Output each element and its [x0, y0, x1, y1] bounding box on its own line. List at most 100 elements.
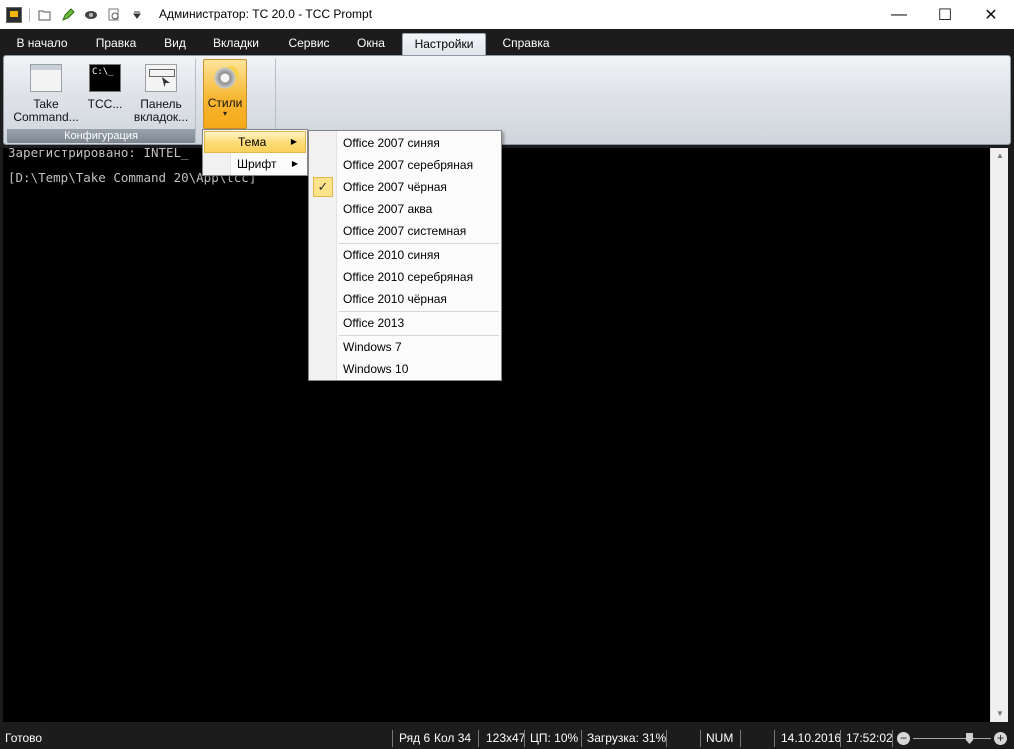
menu-item-label: Office 2013 — [343, 316, 405, 330]
app-icon[interactable] — [6, 6, 22, 23]
ribbon-group-configuration: Take Command... C:\_ TCC... Панель вклад… — [7, 58, 196, 144]
button-label-line1: TCC... — [87, 97, 123, 111]
status-separator — [666, 730, 667, 747]
tab-windows[interactable]: Окна — [348, 33, 394, 55]
tab-help[interactable]: Справка — [495, 33, 557, 55]
status-separator — [392, 730, 393, 747]
menu-item-label: Office 2007 серебряная — [343, 158, 474, 172]
tab-view[interactable]: Вид — [156, 33, 194, 55]
tcc-config-button[interactable]: C:\_ TCC... — [82, 62, 128, 130]
menu-item-label: Windows 7 — [343, 340, 402, 354]
menu-item-label: Тема — [238, 135, 267, 149]
gear-icon — [210, 63, 240, 93]
menu-item-label: Windows 10 — [343, 362, 409, 376]
menu-item-theme-option[interactable]: Office 2007 синяя — [310, 132, 500, 154]
tab-bar-icon — [145, 64, 177, 92]
status-separator — [740, 730, 741, 747]
status-separator — [892, 730, 893, 747]
menu-item-label: Office 2007 чёрная — [343, 180, 447, 194]
menu-item-theme-option[interactable]: Windows 10 — [310, 358, 500, 380]
status-separator — [840, 730, 841, 747]
menu-item-theme-option[interactable]: Office 2007 серебряная — [310, 154, 500, 176]
take-command-config-button[interactable]: Take Command... — [11, 62, 81, 130]
zoom-track[interactable] — [913, 738, 991, 739]
tab-tools[interactable]: Сервис — [280, 33, 338, 55]
console-frame: Зарегистрировано: INTEL_ [D:\Temp\Take C… — [0, 145, 1014, 728]
styles-button[interactable]: Стили ▾ — [203, 59, 247, 129]
menu-item-label: Office 2007 системная — [343, 224, 467, 238]
tab-settings[interactable]: Настройки — [402, 33, 486, 55]
status-ready: Готово — [5, 731, 43, 745]
button-label-line2: Command... — [13, 110, 79, 124]
status-bar: Готово Ряд 6 Кол 34 123x47 ЦП: 10% Загру… — [0, 728, 1014, 749]
styles-button-label: Стили — [207, 96, 243, 110]
menu-item-label: Office 2007 синяя — [343, 136, 440, 150]
status-col: Кол 34 — [434, 731, 472, 745]
status-separator — [700, 730, 701, 747]
status-num-lock: NUM — [706, 731, 734, 745]
title-bar: Администратор: TC 20.0 - TCC Prompt — ☐ … — [0, 0, 1014, 29]
customize-qat-icon[interactable] — [129, 7, 145, 23]
menu-item-theme-option[interactable]: Office 2010 серебряная — [310, 266, 500, 288]
vertical-scrollbar[interactable]: ▲ ▼ — [990, 148, 1008, 722]
tab-bar-config-button[interactable]: Панель вкладок... — [131, 62, 191, 130]
close-button[interactable]: ✕ — [968, 0, 1014, 29]
group-label-configuration: Конфигурация — [7, 129, 195, 143]
menu-item-theme-option[interactable]: Office 2013 — [310, 312, 500, 334]
menu-item-label: Office 2007 аква — [343, 202, 433, 216]
status-separator — [581, 730, 582, 747]
view-icon[interactable] — [83, 7, 99, 23]
menu-item-label: Шрифт — [237, 157, 277, 171]
status-time: 17:52:02 — [846, 731, 893, 745]
menu-item-label: Office 2010 синяя — [343, 248, 440, 262]
menu-item-label: Office 2010 серебряная — [343, 270, 474, 284]
tab-tabs[interactable]: Вкладки — [205, 33, 267, 55]
ribbon-tab-row: В начало Правка Вид Вкладки Сервис Окна … — [0, 29, 1014, 55]
minimize-button[interactable]: — — [876, 0, 922, 29]
scroll-up-icon[interactable]: ▲ — [991, 148, 1009, 164]
button-label-line2: вкладок... — [133, 110, 189, 124]
console-icon: C:\_ — [89, 64, 121, 92]
ribbon: Take Command... C:\_ TCC... Панель вклад… — [0, 55, 1014, 148]
quick-access-toolbar — [0, 0, 152, 29]
status-load: Загрузка: 31% — [587, 731, 667, 745]
status-separator — [478, 730, 479, 747]
menu-item-theme-option[interactable]: ✓ Office 2007 чёрная — [310, 176, 500, 198]
tab-edit[interactable]: Правка — [86, 33, 146, 55]
styles-menu: Тема ▶ Шрифт ▶ — [202, 129, 308, 176]
zoom-in-icon[interactable]: + — [994, 732, 1007, 745]
checkmark-icon: ✓ — [313, 177, 333, 197]
search-icon[interactable] — [106, 7, 122, 23]
menu-item-theme[interactable]: Тема ▶ — [204, 131, 306, 153]
window-icon — [30, 64, 62, 92]
menu-item-theme-option[interactable]: Office 2010 чёрная — [310, 288, 500, 310]
menu-item-font[interactable]: Шрифт ▶ — [204, 153, 306, 175]
edit-icon[interactable] — [60, 7, 76, 23]
status-separator — [524, 730, 525, 747]
scroll-down-icon[interactable]: ▼ — [991, 706, 1009, 722]
chevron-down-icon: ▾ — [222, 109, 227, 118]
menu-item-theme-option[interactable]: Office 2007 аква — [310, 198, 500, 220]
tab-home[interactable]: В начало — [9, 33, 75, 55]
zoom-slider[interactable]: − + — [897, 731, 1011, 746]
zoom-thumb[interactable] — [966, 733, 973, 744]
menu-item-label: Office 2010 чёрная — [343, 292, 447, 306]
window-controls: — ☐ ✕ — [876, 0, 1014, 29]
status-console-size: 123x47 — [486, 731, 526, 745]
submenu-arrow-icon: ▶ — [290, 137, 297, 146]
status-row: Ряд 6 — [399, 731, 431, 745]
ribbon-panel: Take Command... C:\_ TCC... Панель вклад… — [3, 55, 1011, 145]
maximize-button[interactable]: ☐ — [922, 0, 968, 29]
console-line: Зарегистрировано: INTEL_ — [8, 145, 189, 160]
menu-item-theme-option[interactable]: Windows 7 — [310, 336, 500, 358]
submenu-arrow-icon: ▶ — [291, 159, 298, 168]
menu-item-theme-option[interactable]: Office 2007 системная — [310, 220, 500, 242]
qat-separator — [29, 7, 30, 22]
status-cpu: ЦП: 10% — [530, 731, 579, 745]
open-folder-icon[interactable] — [37, 7, 53, 23]
menu-item-theme-option[interactable]: Office 2010 синяя — [310, 244, 500, 266]
status-separator — [774, 730, 775, 747]
status-date: 14.10.2016 — [781, 731, 842, 745]
zoom-out-icon[interactable]: − — [897, 732, 910, 745]
window-title: Администратор: TC 20.0 - TCC Prompt — [159, 7, 373, 21]
